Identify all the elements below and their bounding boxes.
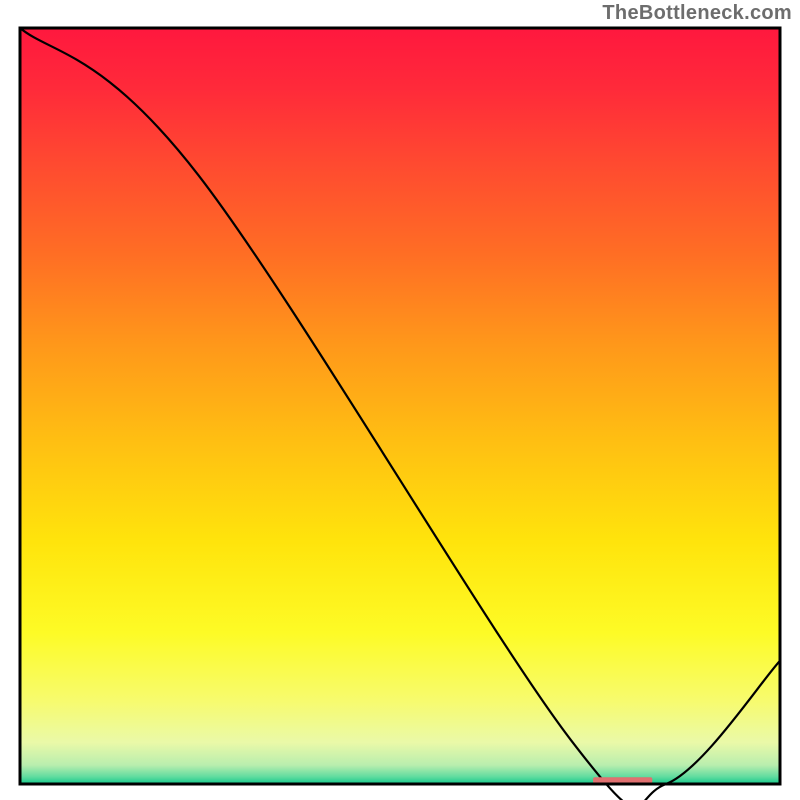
heat-background — [20, 28, 780, 784]
bottleneck-chart: TheBottleneck.com — [0, 0, 800, 800]
plot-svg — [0, 0, 800, 800]
optimal-marker — [593, 777, 652, 783]
plot-area — [20, 28, 780, 800]
